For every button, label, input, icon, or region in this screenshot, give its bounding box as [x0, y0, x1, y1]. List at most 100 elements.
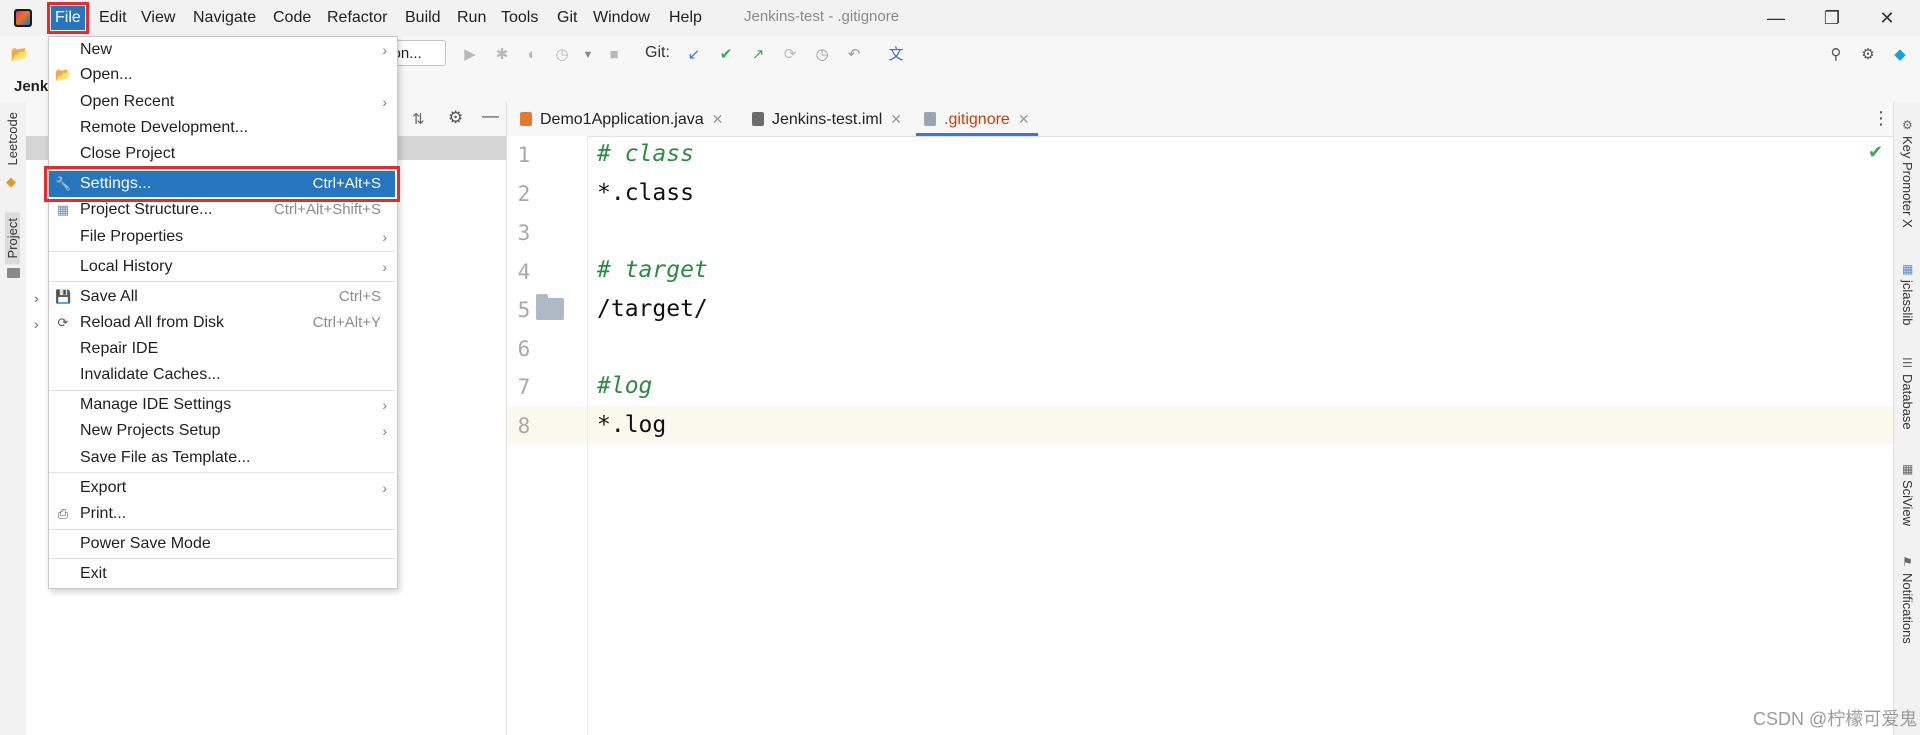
tab-label: .gitignore: [944, 111, 1010, 128]
menu-file[interactable]: File: [47, 2, 89, 34]
menu-item-new-projects-setup[interactable]: New Projects Setup ›: [49, 418, 395, 444]
menu-item-invalidate-caches[interactable]: Invalidate Caches...: [49, 362, 395, 388]
wrench-icon: 🔧: [55, 176, 72, 191]
close-tab-icon[interactable]: ✕: [890, 111, 902, 127]
project-settings-gear-icon[interactable]: ⚙: [448, 108, 463, 128]
menu-item-save-file-as-template[interactable]: Save File as Template...: [49, 445, 395, 471]
rollback-icon[interactable]: ↶: [844, 45, 864, 65]
coverage-icon[interactable]: ◐: [522, 45, 542, 65]
menu-item-remote-development[interactable]: Remote Development...: [49, 115, 395, 141]
code-line[interactable]: # target: [597, 257, 708, 283]
sciview-tool-tab[interactable]: SciView: [1900, 480, 1915, 526]
menu-edit[interactable]: Edit: [95, 6, 131, 30]
open-folder-icon[interactable]: 📂: [10, 45, 30, 65]
menu-view[interactable]: View: [137, 6, 179, 30]
more-tabs-icon[interactable]: ⋮: [1872, 108, 1890, 129]
tree-expand-arrow-icon[interactable]: ›: [34, 316, 39, 332]
code-line[interactable]: #log: [597, 373, 652, 399]
menu-tools[interactable]: Tools: [497, 6, 542, 30]
menu-build[interactable]: Build: [401, 6, 445, 30]
menu-item-save-all[interactable]: 💾 Save All Ctrl+S: [49, 284, 395, 310]
menu-item-label: Reload All from Disk: [80, 314, 225, 331]
minimize-icon[interactable]: —: [1753, 4, 1799, 32]
menu-item-label: New Projects Setup: [80, 422, 221, 439]
menu-item-power-save-mode[interactable]: Power Save Mode: [49, 531, 395, 557]
submenu-arrow-icon: ›: [382, 423, 387, 439]
key-promoter-x-tool-tab[interactable]: Key Promoter X: [1900, 136, 1915, 228]
code-line[interactable]: # class: [597, 141, 694, 167]
translate-icon[interactable]: 文: [886, 45, 906, 65]
search-icon[interactable]: ⚲: [1826, 45, 1846, 65]
profile-icon[interactable]: ◷: [552, 45, 572, 65]
menu-item-project-structure[interactable]: ▦ Project Structure... Ctrl+Alt+Shift+S: [49, 197, 395, 223]
chevron-down-icon[interactable]: ▼: [578, 45, 598, 65]
database-tool-tab[interactable]: Database: [1900, 374, 1915, 430]
tab-label: Jenkins-test.iml: [772, 111, 883, 128]
key-promoter-icon: ⚙: [1902, 118, 1913, 132]
stop-icon[interactable]: ■: [604, 45, 624, 65]
menu-help[interactable]: Help: [665, 6, 706, 30]
menu-item-file-properties[interactable]: File Properties ›: [49, 224, 395, 250]
git-push-icon[interactable]: ↗: [748, 45, 768, 65]
close-tab-icon[interactable]: ✕: [712, 111, 724, 127]
menu-item-close-project[interactable]: Close Project: [49, 141, 395, 167]
jetbrains-toolbox-icon[interactable]: ◆: [1890, 45, 1910, 65]
tab-jenkins-test-iml[interactable]: Jenkins-test.iml ✕: [744, 102, 910, 136]
menu-git[interactable]: Git: [553, 6, 581, 30]
restore-icon[interactable]: ❐: [1809, 4, 1855, 32]
submenu-arrow-icon: ›: [382, 259, 387, 275]
tab-gitignore[interactable]: .gitignore ✕: [916, 102, 1038, 136]
menu-item-label: Repair IDE: [80, 340, 159, 357]
close-tab-icon[interactable]: ✕: [1018, 111, 1030, 127]
notifications-tool-tab[interactable]: Notifications: [1900, 573, 1915, 644]
hide-panel-icon[interactable]: —: [482, 106, 499, 126]
menu-item-manage-ide-settings[interactable]: Manage IDE Settings ›: [49, 392, 395, 418]
menu-window[interactable]: Window: [589, 6, 654, 30]
git-fetch-icon[interactable]: ⟳: [780, 45, 800, 65]
leetcode-icon: ◆: [6, 174, 16, 189]
menu-item-open[interactable]: 📂 Open...: [49, 62, 395, 88]
menu-item-settings[interactable]: 🔧 Settings... Ctrl+Alt+S: [44, 166, 400, 202]
menu-item-exit[interactable]: Exit: [49, 561, 395, 587]
menu-item-local-history[interactable]: Local History ›: [49, 254, 395, 280]
menu-item-label: Open Recent: [80, 93, 175, 110]
collapse-all-icon[interactable]: ⇅: [412, 110, 425, 128]
gear-icon[interactable]: ⚙: [1858, 45, 1878, 65]
menu-separator: [49, 281, 395, 282]
java-file-icon: [520, 112, 532, 126]
code-line[interactable]: /target/: [597, 296, 708, 322]
tree-expand-arrow-icon[interactable]: ›: [34, 290, 39, 306]
menu-separator: [49, 472, 395, 473]
git-update-icon[interactable]: ↙: [684, 45, 704, 65]
menu-item-new[interactable]: New ›: [49, 37, 395, 63]
leetcode-tool-tab[interactable]: Leetcode: [5, 112, 20, 166]
code-line[interactable]: *.class: [597, 180, 694, 206]
history-icon[interactable]: ◷: [812, 45, 832, 65]
code-line[interactable]: *.log: [597, 412, 666, 438]
menu-item-print[interactable]: ⎙ Print...: [49, 501, 395, 527]
menu-item-export[interactable]: Export ›: [49, 475, 395, 501]
menu-navigate[interactable]: Navigate: [189, 6, 260, 30]
menu-run[interactable]: Run: [453, 6, 490, 30]
project-tool-tab[interactable]: Project: [5, 212, 20, 265]
no-problems-check-icon[interactable]: ✔: [1868, 142, 1883, 163]
git-commit-icon[interactable]: ✔: [716, 45, 736, 65]
database-icon: ☰: [1902, 356, 1913, 370]
tab-label: Demo1Application.java: [540, 111, 704, 128]
menu-item-label: Project Structure...: [80, 201, 213, 218]
window-title: Jenkins-test - .gitignore: [744, 8, 900, 25]
jclasslib-tool-tab[interactable]: jclasslib: [1900, 280, 1915, 326]
menu-item-label: Remote Development...: [80, 119, 249, 136]
close-icon[interactable]: ✕: [1864, 4, 1910, 32]
run-icon[interactable]: ▶: [460, 45, 480, 65]
intellij-logo-icon: [14, 9, 32, 27]
menu-item-repair-ide[interactable]: Repair IDE: [49, 336, 395, 362]
menu-item-open-recent[interactable]: Open Recent ›: [49, 89, 395, 115]
menu-refactor[interactable]: Refactor: [323, 6, 391, 30]
debug-icon[interactable]: ✱: [492, 45, 512, 65]
tab-demo1application-java[interactable]: Demo1Application.java ✕: [512, 102, 731, 136]
menu-code[interactable]: Code: [269, 6, 315, 30]
left-tool-strip: Leetcode ◆ Project: [0, 102, 27, 735]
menu-item-reload-all-from-disk[interactable]: ⟳ Reload All from Disk Ctrl+Alt+Y: [49, 310, 395, 336]
breadcrumb[interactable]: Jenk: [14, 78, 48, 95]
